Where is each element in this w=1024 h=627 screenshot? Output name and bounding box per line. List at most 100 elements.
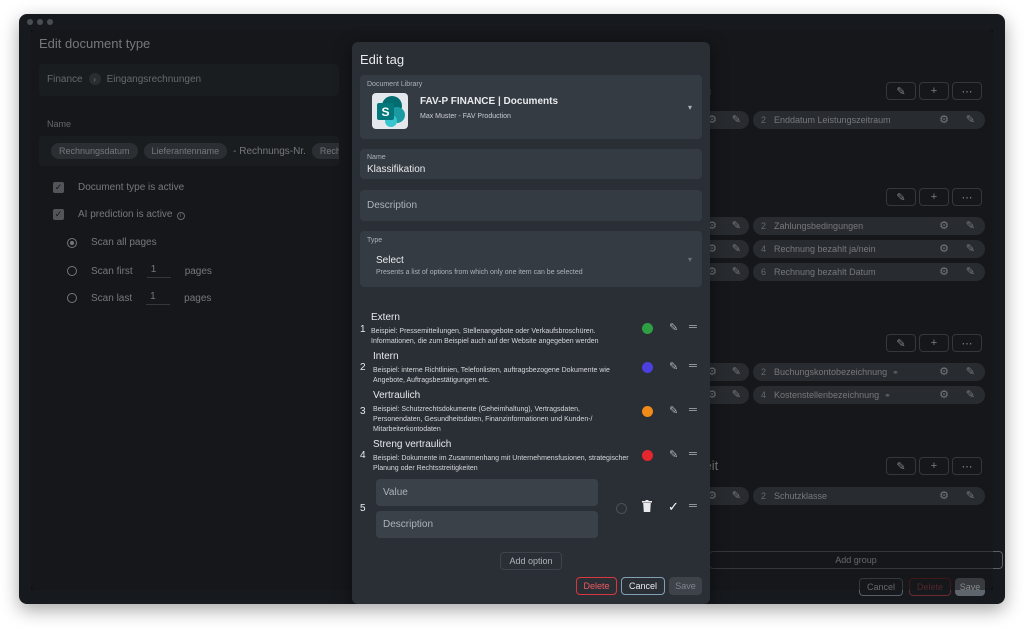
chevron-down-icon[interactable]: ▾ — [688, 255, 692, 264]
group-4-add-button[interactable]: + — [919, 457, 949, 475]
pencil-icon[interactable]: ✎ — [966, 242, 975, 255]
scan-first-pages-label: pages — [184, 265, 212, 277]
pencil-icon[interactable]: ✎ — [669, 321, 678, 334]
pencil-icon[interactable]: ✎ — [669, 360, 678, 373]
info-icon[interactable]: i — [176, 212, 185, 220]
window-close-dot[interactable] — [27, 19, 33, 25]
page-save-button[interactable]: Save — [955, 578, 985, 596]
ai-prediction-checkbox[interactable]: ✓ — [53, 209, 64, 220]
ai-prediction-row[interactable]: ✓ AI prediction is active i — [53, 209, 185, 220]
gear-icon[interactable]: ⚙ — [939, 388, 949, 401]
pencil-icon[interactable]: ✎ — [732, 365, 741, 378]
description-field[interactable]: Description — [360, 190, 702, 221]
tag-number: 2 — [761, 367, 767, 377]
scan-first-input[interactable]: 1 — [146, 264, 171, 278]
drag-handle-icon[interactable]: ═ — [689, 500, 697, 512]
gear-icon[interactable]: ⚙ — [939, 113, 949, 126]
tag-pill-kostenstelle[interactable]: 4 Kostenstellenbezeichnung ⚭ ⚙ ✎ — [753, 386, 985, 404]
window-maximize-dot[interactable] — [47, 19, 53, 25]
name-separator-text: - Rechnungs-Nr. — [233, 145, 306, 157]
page-delete-button[interactable]: Delete — [909, 578, 951, 596]
drag-handle-icon[interactable]: ═ — [689, 360, 697, 372]
pencil-icon[interactable]: ✎ — [732, 265, 741, 278]
option-value-input[interactable]: Value — [376, 479, 598, 506]
gear-icon[interactable]: ⚙ — [939, 365, 949, 378]
group-2-more-button[interactable]: ⋯ — [952, 188, 982, 206]
scan-last-radio[interactable] — [67, 293, 77, 303]
tag-pill-schutzklasse[interactable]: 2 Schutzklasse ⚙ ✎ — [753, 487, 985, 505]
type-select[interactable]: Type Select Presents a list of options f… — [360, 231, 702, 287]
scan-all-pages-radio[interactable] — [67, 237, 77, 248]
pencil-icon[interactable]: ✎ — [669, 448, 678, 461]
scan-first-row[interactable]: Scan first 1 pages — [67, 264, 212, 278]
page-cancel-button[interactable]: Cancel — [859, 578, 903, 596]
group-2-add-button[interactable]: + — [919, 188, 949, 206]
pencil-icon[interactable]: ✎ — [966, 365, 975, 378]
drag-handle-icon[interactable]: ═ — [689, 321, 697, 333]
option-color-dot[interactable] — [642, 406, 653, 417]
group-4-more-button[interactable]: ⋯ — [952, 457, 982, 475]
gear-icon[interactable]: ⚙ — [939, 242, 949, 255]
library-title: FAV-P FINANCE | Documents — [420, 96, 559, 107]
group-4-edit-button[interactable]: ✎ — [886, 457, 916, 475]
breadcrumb-item-eingangsrechnungen[interactable]: Eingangsrechnungen — [107, 74, 202, 85]
pencil-icon[interactable]: ✎ — [669, 404, 678, 417]
tag-pill-enddatum[interactable]: 2 Enddatum Leistungszeitraum ⚙ ✎ — [753, 111, 985, 129]
drag-handle-icon[interactable]: ═ — [689, 404, 697, 416]
cancel-button[interactable]: Cancel — [621, 577, 665, 595]
name-chip-partial[interactable]: Rechn — [311, 143, 339, 159]
group-3-add-button[interactable]: + — [919, 334, 949, 352]
delete-button[interactable]: Delete — [576, 577, 617, 595]
tag-pill-rechnung-bezahlt-datum[interactable]: 6 Rechnung bezahlt Datum ⚙ ✎ — [753, 263, 985, 281]
add-option-button[interactable]: Add option — [500, 552, 562, 570]
pencil-icon[interactable]: ✎ — [732, 113, 741, 126]
name-pattern-field[interactable]: Rechnungsdatum Lieferantenname - Rechnun… — [39, 136, 339, 166]
document-type-active-checkbox[interactable]: ✓ — [53, 182, 64, 193]
group-1-add-button[interactable]: + — [919, 82, 949, 100]
tag-pill-buchungskonto[interactable]: 2 Buchungskontobezeichnung ⚭ ⚙ ✎ — [753, 363, 985, 381]
pencil-icon[interactable]: ✎ — [732, 242, 741, 255]
trash-icon[interactable] — [642, 500, 652, 515]
check-icon[interactable]: ✓ — [668, 499, 679, 515]
scan-last-row[interactable]: Scan last 1 pages — [67, 291, 211, 305]
scan-last-input[interactable]: 1 — [146, 291, 171, 305]
window-minimize-dot[interactable] — [37, 19, 43, 25]
group-2-edit-button[interactable]: ✎ — [886, 188, 916, 206]
gear-icon[interactable]: ⚙ — [939, 219, 949, 232]
pencil-icon[interactable]: ✎ — [732, 489, 741, 502]
description-placeholder: Description — [367, 200, 418, 211]
group-3-edit-button[interactable]: ✎ — [886, 334, 916, 352]
option-title: Extern — [371, 312, 400, 323]
add-group-button[interactable]: Add group — [709, 551, 1003, 569]
name-chip-lieferantenname[interactable]: Lieferantenname — [143, 143, 228, 159]
pencil-icon[interactable]: ✎ — [732, 388, 741, 401]
scan-first-radio[interactable] — [67, 266, 77, 276]
gear-icon[interactable]: ⚙ — [939, 489, 949, 502]
pencil-icon[interactable]: ✎ — [966, 265, 975, 278]
pencil-icon[interactable]: ✎ — [966, 388, 975, 401]
tag-pill-zahlungsbedingungen[interactable]: 2 Zahlungsbedingungen ⚙ ✎ — [753, 217, 985, 235]
name-field[interactable]: Name Klassifikation — [360, 149, 702, 179]
pencil-icon[interactable]: ✎ — [966, 489, 975, 502]
pencil-icon[interactable]: ✎ — [966, 219, 975, 232]
option-color-picker[interactable] — [616, 503, 627, 514]
option-color-dot[interactable] — [642, 450, 653, 461]
document-library-select[interactable]: Document Library S FAV-P FINANCE | Docum… — [360, 75, 702, 139]
pencil-icon[interactable]: ✎ — [966, 113, 975, 126]
chevron-down-icon[interactable]: ▾ — [688, 103, 692, 112]
option-color-dot[interactable] — [642, 362, 653, 373]
name-chip-rechnungsdatum[interactable]: Rechnungsdatum — [51, 143, 138, 159]
breadcrumb-item-finance[interactable]: Finance — [47, 74, 83, 85]
tag-pill-rechnung-bezahlt[interactable]: 4 Rechnung bezahlt ja/nein ⚙ ✎ — [753, 240, 985, 258]
option-color-dot[interactable] — [642, 323, 653, 334]
document-type-active-row[interactable]: ✓ Document type is active — [53, 182, 184, 193]
option-description-input[interactable]: Description — [376, 511, 598, 538]
drag-handle-icon[interactable]: ═ — [689, 448, 697, 460]
group-1-edit-button[interactable]: ✎ — [886, 82, 916, 100]
save-button[interactable]: Save — [669, 577, 702, 595]
pencil-icon[interactable]: ✎ — [732, 219, 741, 232]
group-1-more-button[interactable]: ⋯ — [952, 82, 982, 100]
gear-icon[interactable]: ⚙ — [939, 265, 949, 278]
scan-all-pages-row[interactable]: Scan all pages — [67, 237, 157, 248]
group-3-more-button[interactable]: ⋯ — [952, 334, 982, 352]
